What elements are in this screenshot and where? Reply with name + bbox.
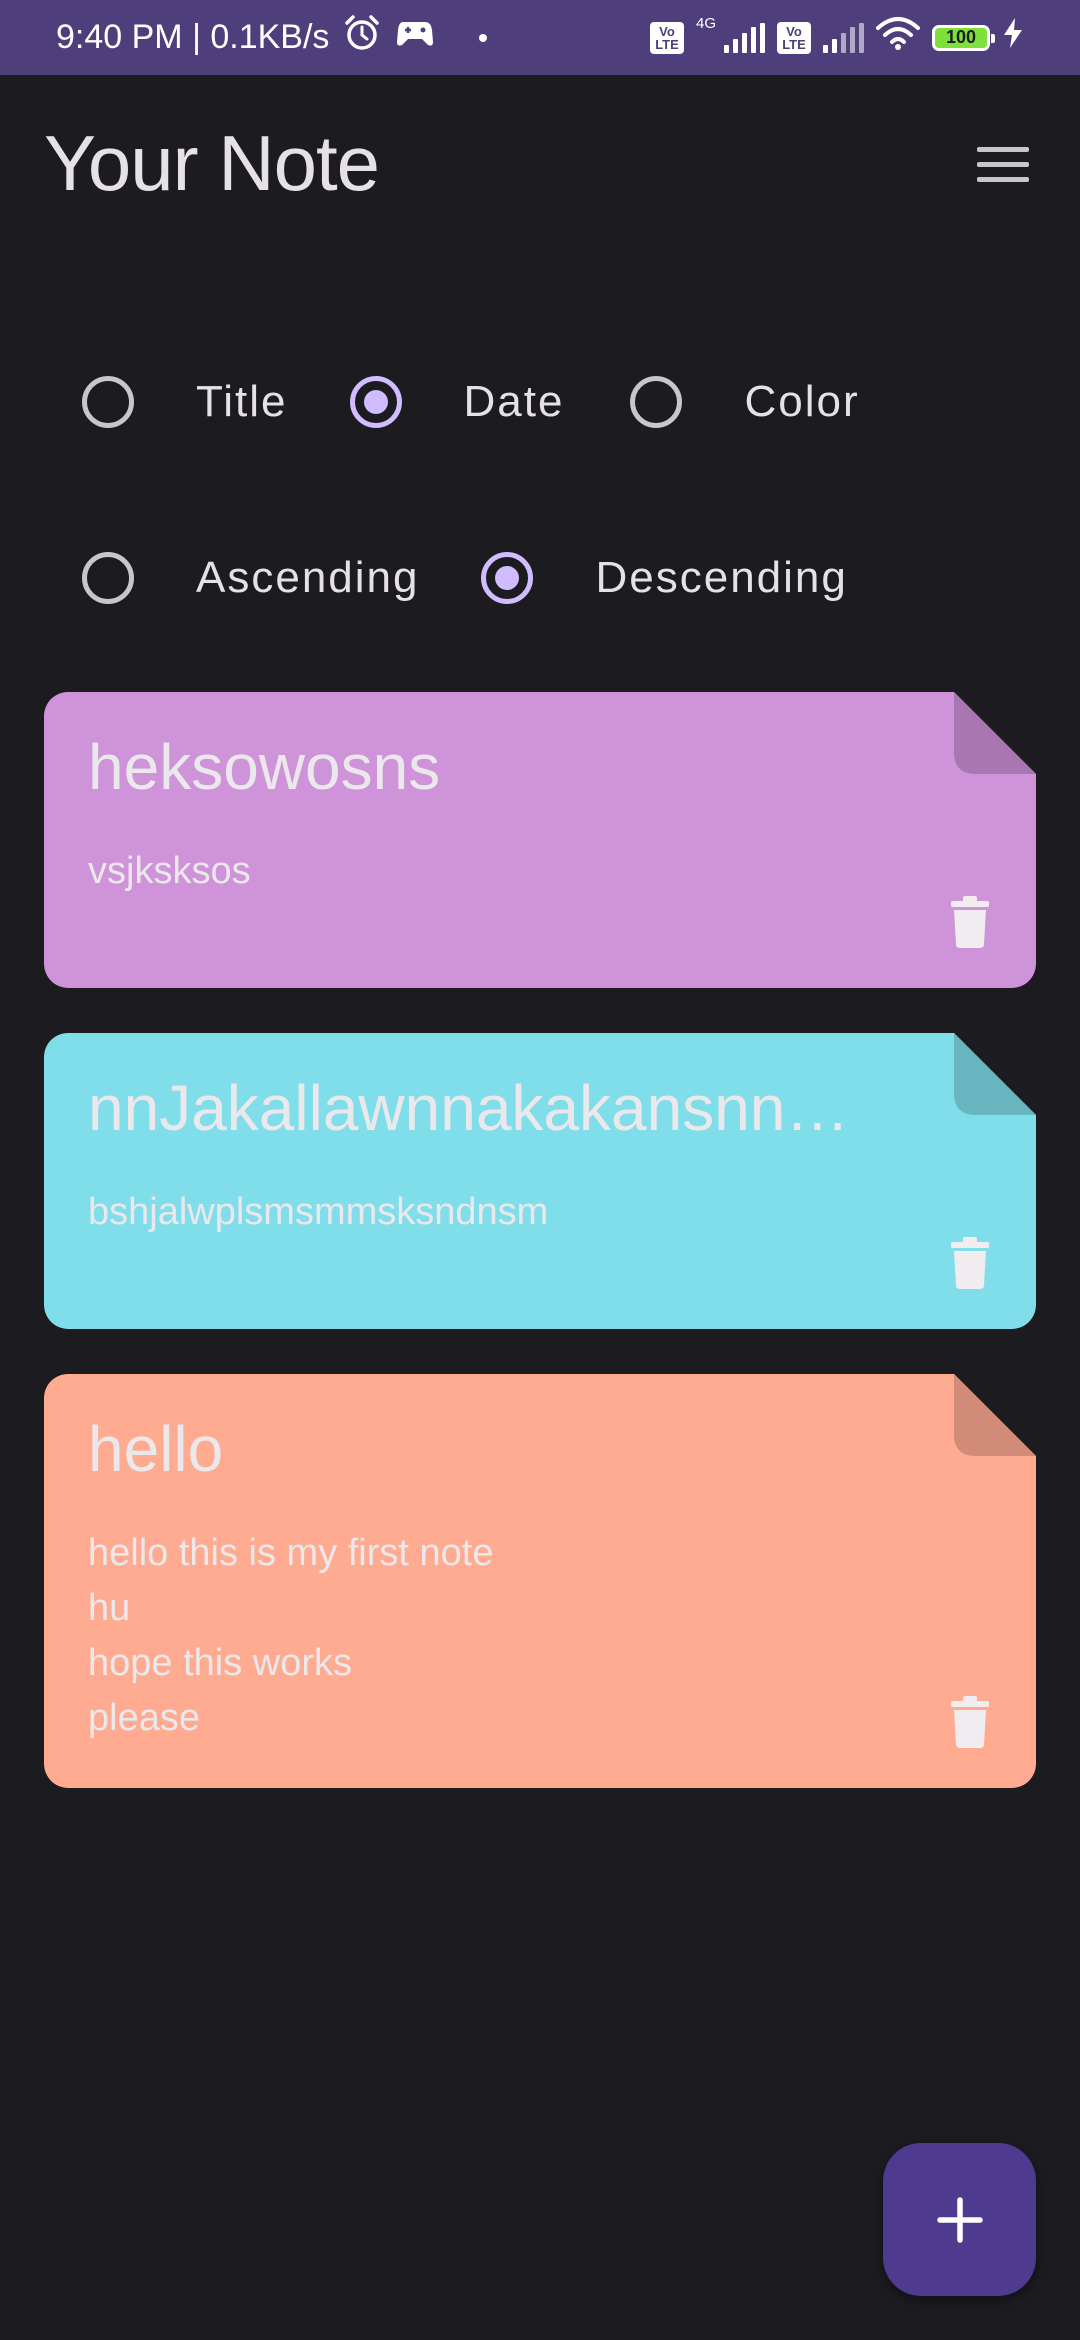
note-content: vsjksksos <box>88 850 251 892</box>
delete-icon <box>951 1696 989 1748</box>
volte-badge-2: Vo LTE <box>777 21 811 54</box>
sort-by-title-label: Title <box>196 377 288 426</box>
notification-dot <box>479 33 488 42</box>
note-title: hello <box>88 1413 224 1485</box>
charging-icon <box>1002 17 1024 58</box>
delete-icon <box>951 1237 989 1289</box>
game-controller-icon <box>395 16 435 59</box>
sort-order-group: Ascending Descending <box>82 552 848 604</box>
signal-icon-2 <box>823 22 864 53</box>
status-bar: 9:40 PM | 0.1KB/s Vo LTE 4G Vo LTE 100 <box>0 0 1080 75</box>
sort-by-color-option[interactable]: Color <box>630 376 859 428</box>
sort-by-date-label: Date <box>463 377 565 426</box>
sort-ascending-option[interactable]: Ascending <box>82 552 481 604</box>
sort-by-date-option[interactable]: Date <box>349 376 631 428</box>
sort-ascending-radio[interactable] <box>82 552 134 604</box>
sort-field-group: Title Date Color <box>82 376 860 428</box>
sort-by-color-radio[interactable] <box>630 376 683 428</box>
note-card[interactable]: hello hello this is my first note hu hop… <box>44 1374 1036 1788</box>
delete-note-button[interactable] <box>950 1696 990 1748</box>
plus-icon <box>936 2196 983 2243</box>
sort-by-title-option[interactable]: Title <box>82 376 350 428</box>
menu-icon <box>977 146 1029 152</box>
sort-by-date-radio[interactable] <box>349 376 402 428</box>
note-corner-fold <box>954 1374 1036 1456</box>
alarm-icon <box>343 14 381 61</box>
sort-descending-radio[interactable] <box>481 552 534 604</box>
note-content: hello this is my first note hu hope this… <box>88 1532 494 1739</box>
page-title: Your Note <box>44 119 380 207</box>
signal-icon-1 <box>724 22 765 53</box>
note-card[interactable]: heksowosns vsjksksos <box>44 692 1036 988</box>
volte-badge-1: Vo LTE <box>649 21 684 54</box>
delete-icon <box>951 896 989 948</box>
delete-note-button[interactable] <box>950 1237 990 1289</box>
sort-by-title-radio[interactable] <box>82 376 134 428</box>
sort-by-color-label: Color <box>744 377 860 426</box>
status-bar-left: 9:40 PM | 0.1KB/s <box>56 14 488 61</box>
screen: 9:40 PM | 0.1KB/s Vo LTE 4G Vo LTE 100 Y… <box>0 0 1080 2340</box>
sort-descending-label: Descending <box>595 553 848 602</box>
note-title: heksowosns <box>88 731 441 803</box>
sort-descending-option[interactable]: Descending <box>481 552 847 604</box>
note-card[interactable]: nnJakallawnnakakansnn… bshjalwplsmsmmsks… <box>44 1033 1036 1329</box>
network-type-label: 4G <box>695 15 716 32</box>
status-time-speed: 9:40 PM | 0.1KB/s <box>56 18 330 56</box>
add-note-button[interactable] <box>883 2143 1036 2296</box>
note-corner-fold <box>954 692 1036 774</box>
status-bar-right: Vo LTE 4G Vo LTE 100 <box>649 15 1024 59</box>
note-title: nnJakallawnnakakansnn… <box>88 1072 850 1144</box>
delete-note-button[interactable] <box>950 896 990 948</box>
note-corner-fold <box>954 1033 1036 1115</box>
menu-button[interactable] <box>970 138 1036 190</box>
sort-ascending-label: Ascending <box>196 553 420 602</box>
wifi-icon <box>876 16 920 59</box>
battery-icon: 100 <box>932 24 995 51</box>
note-content: bshjalwplsmsmmsksndnsm <box>88 1191 549 1233</box>
